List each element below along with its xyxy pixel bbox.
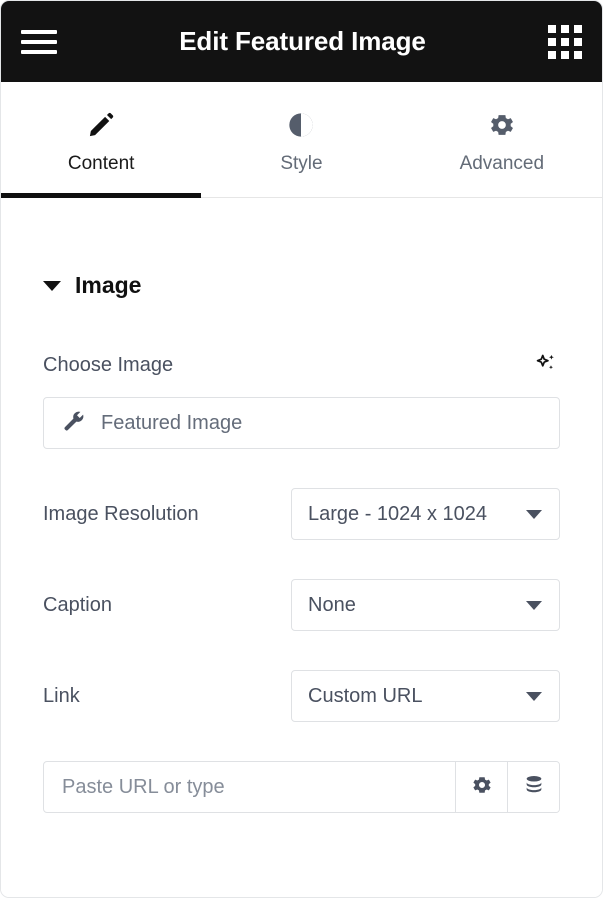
choose-image-value: Featured Image — [101, 411, 243, 434]
grid-apps-icon[interactable] — [547, 24, 582, 59]
link-row: Link Custom URL — [43, 670, 560, 722]
chevron-down-icon — [526, 600, 542, 610]
url-input[interactable] — [44, 762, 455, 812]
sparkles-ai-icon[interactable] — [532, 351, 560, 379]
link-label: Link — [43, 684, 80, 707]
tab-advanced[interactable]: Advanced — [402, 82, 602, 197]
choose-image-label: Choose Image — [43, 353, 174, 376]
page-title: Edit Featured Image — [179, 26, 426, 56]
link-select[interactable]: Custom URL — [291, 670, 560, 722]
chevron-down-icon — [526, 509, 542, 519]
panel-header: Edit Featured Image — [1, 1, 602, 82]
dynamic-tags-button[interactable] — [507, 762, 559, 812]
tab-content[interactable]: Content — [1, 82, 202, 198]
tab-advanced-label: Advanced — [459, 153, 545, 174]
database-icon — [523, 774, 545, 801]
gear-icon — [488, 110, 516, 140]
tab-style[interactable]: Style — [201, 82, 401, 197]
caption-value: None — [308, 593, 356, 616]
link-value: Custom URL — [308, 684, 423, 707]
image-resolution-row: Image Resolution Large - 1024 x 1024 — [43, 488, 560, 540]
wrench-icon — [62, 409, 86, 438]
tab-content-label: Content — [67, 153, 135, 174]
edit-featured-image-panel: Edit Featured Image Content Style Advanc… — [0, 0, 603, 898]
tab-bar: Content Style Advanced — [1, 82, 602, 198]
gear-icon — [471, 774, 493, 801]
panel-body: Image Choose Image Featured Image Image … — [1, 198, 602, 897]
choose-image-row: Choose Image — [43, 351, 560, 379]
tab-style-label: Style — [280, 153, 323, 174]
caption-label: Caption — [43, 593, 112, 616]
hamburger-menu-icon[interactable] — [21, 27, 57, 57]
pencil-icon — [87, 110, 115, 140]
contrast-icon — [287, 110, 315, 140]
link-url-row — [43, 761, 560, 813]
caption-select[interactable]: None — [291, 579, 560, 631]
caret-down-icon — [43, 280, 61, 291]
image-resolution-label: Image Resolution — [43, 502, 199, 525]
link-options-button[interactable] — [455, 762, 507, 812]
caption-row: Caption None — [43, 579, 560, 631]
image-resolution-select[interactable]: Large - 1024 x 1024 — [291, 488, 560, 540]
image-resolution-value: Large - 1024 x 1024 — [308, 502, 488, 525]
section-header-image[interactable]: Image — [43, 272, 560, 299]
section-title: Image — [75, 272, 142, 298]
choose-image-media-selector[interactable]: Featured Image — [43, 397, 560, 449]
chevron-down-icon — [526, 691, 542, 701]
